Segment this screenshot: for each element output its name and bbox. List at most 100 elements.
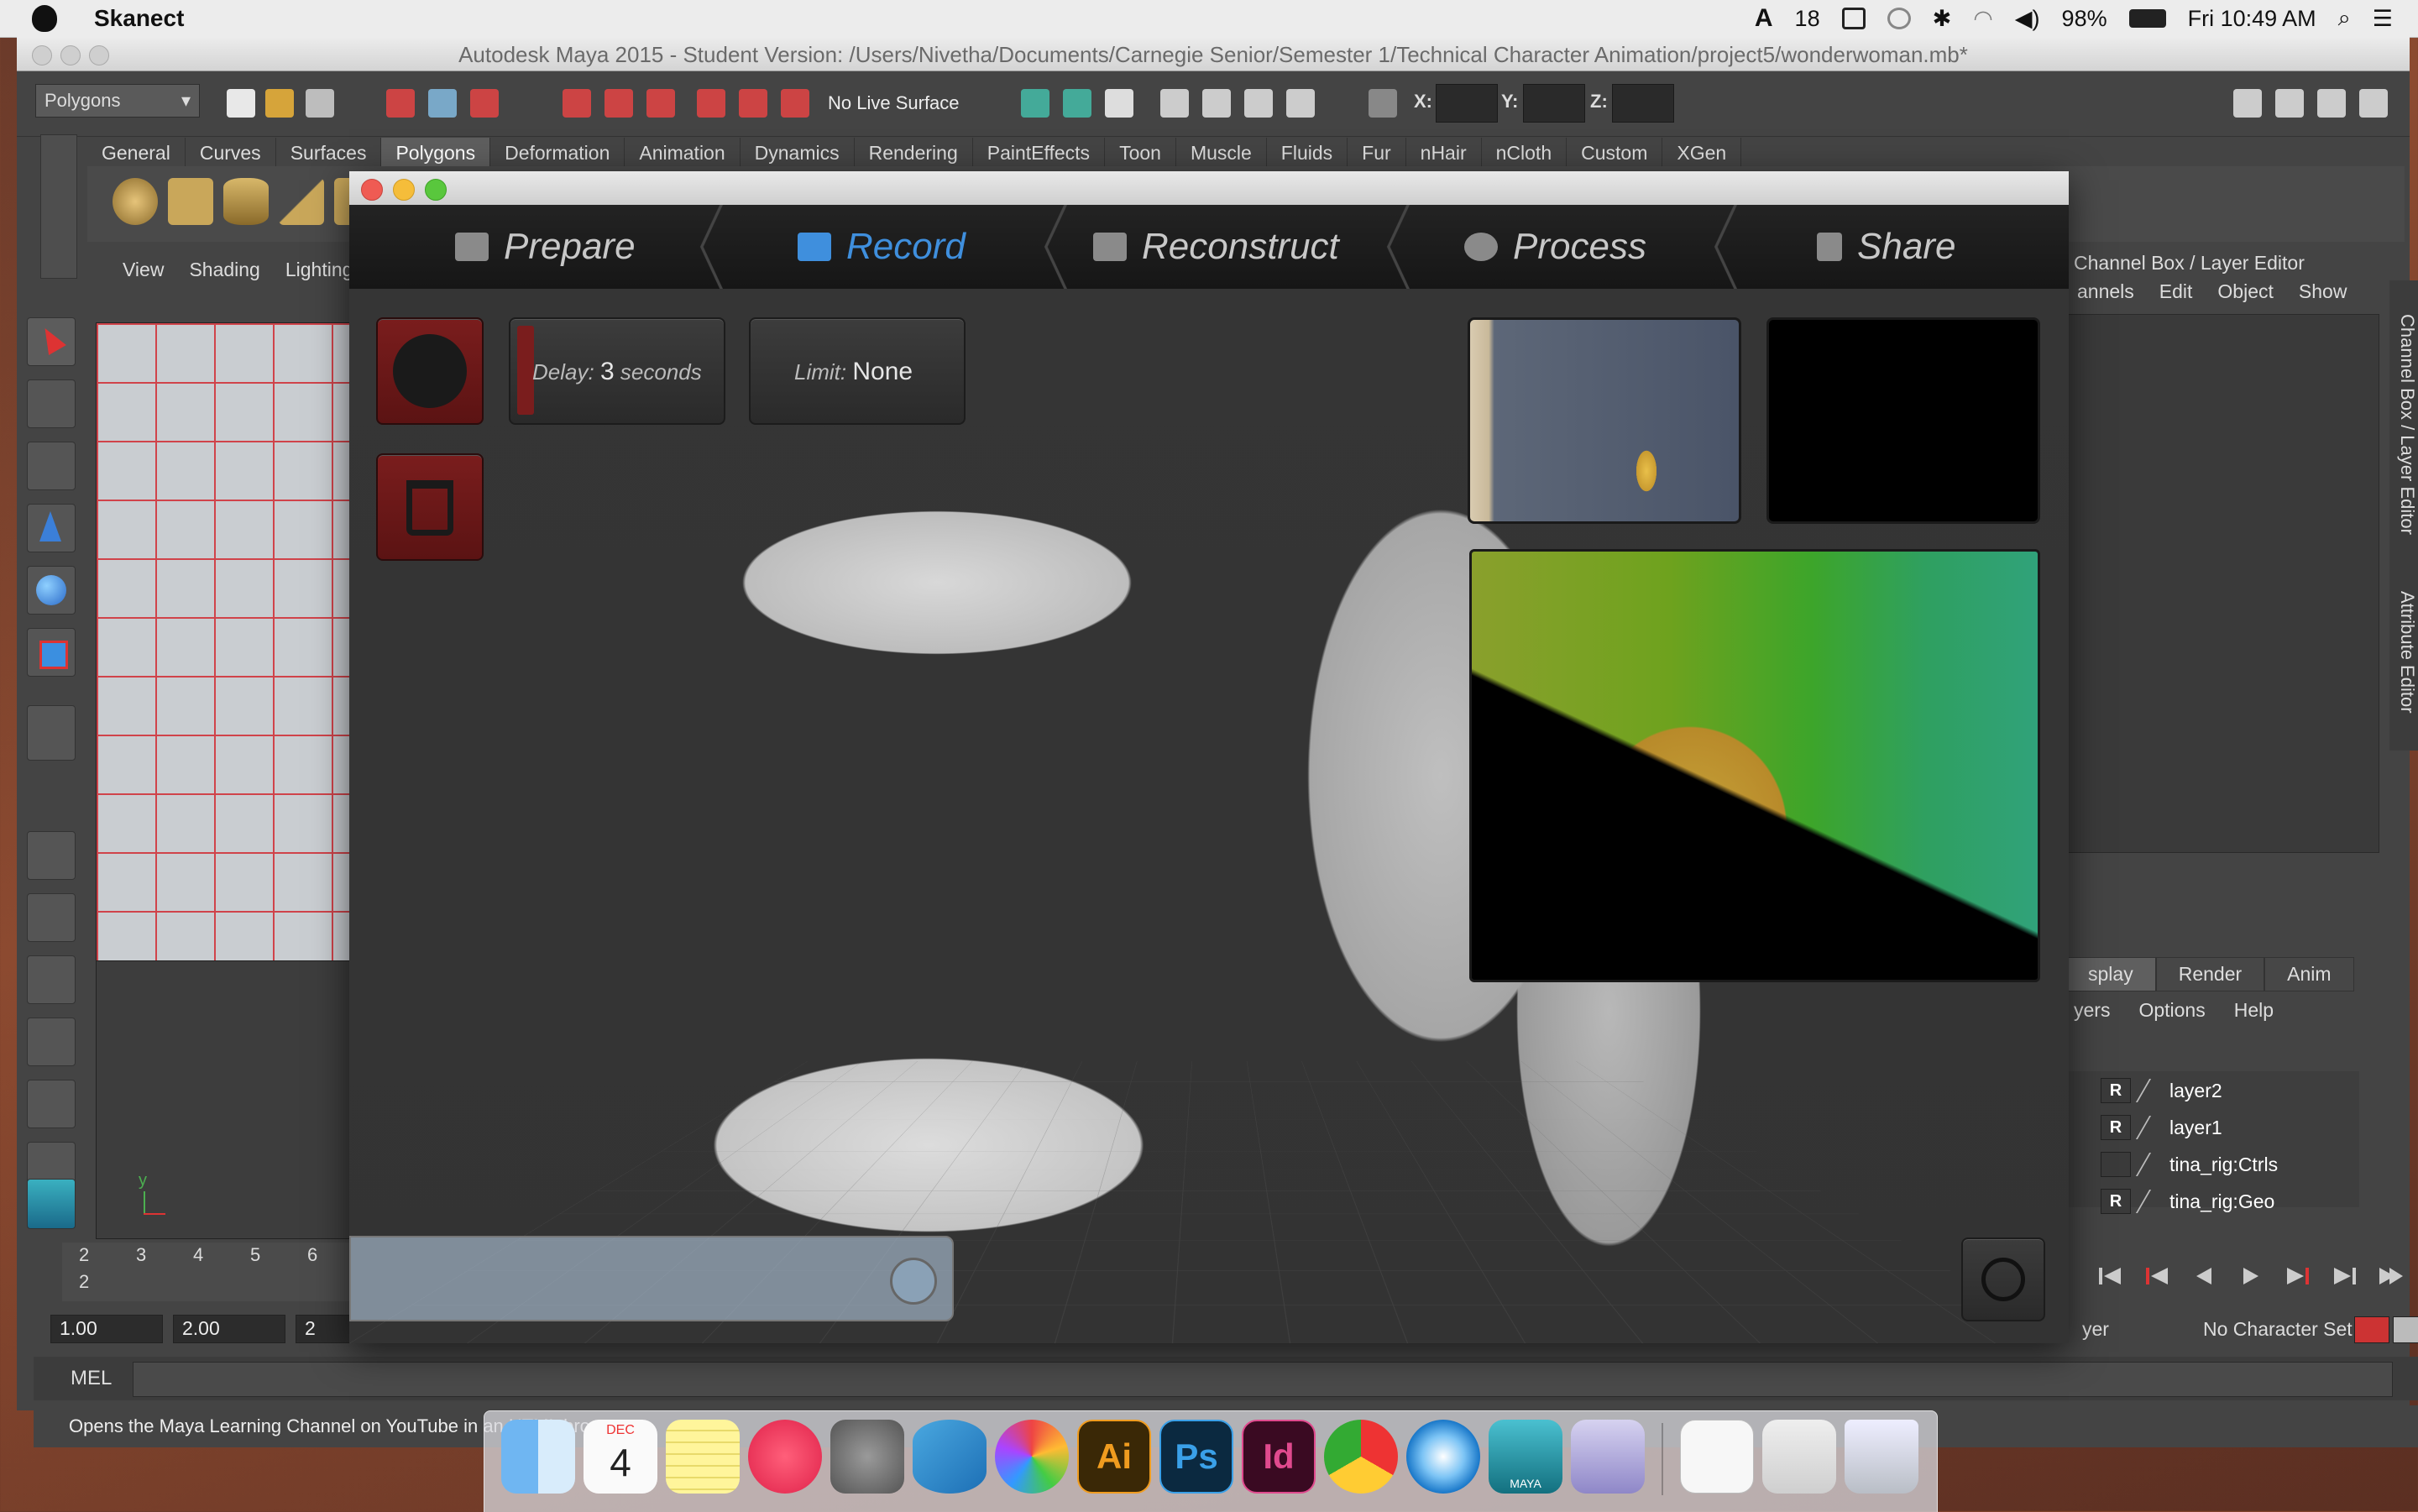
attribute-editor-toggle-icon[interactable] [2275, 89, 2304, 118]
open-scene-icon[interactable] [265, 89, 294, 118]
new-scene-icon[interactable] [227, 89, 255, 118]
shelf-tab-deformation[interactable]: Deformation [490, 138, 625, 166]
maya-learning-icon[interactable] [27, 1179, 76, 1229]
animation-prefs-icon[interactable] [2393, 1316, 2418, 1343]
layer-tab[interactable]: Render [2156, 957, 2264, 991]
viewport-menu-lighting[interactable]: Lighting [285, 259, 353, 281]
viewport-lower-area[interactable]: y [96, 960, 368, 1239]
mel-label[interactable]: MEL [71, 1367, 112, 1390]
playback-start-field[interactable]: 1.00 [50, 1315, 163, 1343]
spotlight-search-icon[interactable]: ⌕ [2338, 5, 2351, 32]
shelf-tab-fluids[interactable]: Fluids [1267, 138, 1348, 166]
channel-box-menu-item[interactable]: Show [2299, 280, 2347, 303]
step-back-key-icon[interactable] [2143, 1263, 2171, 1290]
photo-booth-icon[interactable] [995, 1420, 1069, 1494]
output-ops-icon[interactable] [1063, 89, 1091, 118]
time-slider[interactable]: 2345672 [62, 1243, 373, 1301]
safari-icon[interactable] [1406, 1420, 1480, 1494]
shelf-tab-fur[interactable]: Fur [1348, 138, 1406, 166]
mel-input[interactable] [133, 1362, 2393, 1397]
ipr-render-icon[interactable] [1244, 89, 1273, 118]
poly-cone-icon[interactable] [279, 178, 324, 225]
select-component-icon[interactable] [470, 89, 499, 118]
shelf-tab-painteffects[interactable]: PaintEffects [973, 138, 1105, 166]
tab-channel-box[interactable]: Channel Box / Layer Editor [2396, 314, 2418, 535]
poly-cylinder-icon[interactable] [223, 178, 269, 225]
system-preferences-icon[interactable] [830, 1420, 904, 1494]
auto-key-icon[interactable] [2354, 1316, 2389, 1343]
snapshot-button[interactable] [1961, 1237, 2045, 1321]
render-settings-icon[interactable] [1286, 89, 1315, 118]
tab-record[interactable]: Record [798, 205, 966, 289]
channel-box-toggle-icon[interactable] [2359, 89, 2388, 118]
paint-select-tool-icon[interactable] [27, 442, 76, 490]
snap-grid-icon[interactable] [563, 89, 591, 118]
step-forward-frame-icon[interactable] [2331, 1263, 2359, 1290]
window-switcher-icon[interactable] [1842, 8, 1866, 29]
reconstruction-3d-view[interactable]: Delay: 3 seconds Limit: None [349, 289, 2069, 1343]
close-window-button[interactable] [361, 179, 383, 201]
range-start-field[interactable]: 2.00 [173, 1315, 285, 1343]
viewport-panel[interactable] [96, 322, 368, 962]
time-machine-icon[interactable] [1887, 8, 1911, 29]
limit-button[interactable]: Limit: None [749, 317, 966, 425]
shelf-tab-nhair[interactable]: nHair [1406, 138, 1482, 166]
layer-tab[interactable]: Anim [2264, 957, 2353, 991]
layer-render-toggle[interactable]: R [2101, 1189, 2131, 1214]
tab-process[interactable]: Process [1464, 205, 1646, 289]
shelf-tab-rendering[interactable]: Rendering [855, 138, 973, 166]
channel-box-panel[interactable] [2067, 314, 2379, 853]
step-forward-key-icon[interactable] [2284, 1263, 2312, 1290]
layer-menu-item[interactable]: Help [2234, 999, 2274, 1022]
viewport-menu-shading[interactable]: Shading [189, 259, 259, 281]
delay-button[interactable]: Delay: 3 seconds [509, 317, 725, 425]
documents-stack-icon[interactable] [1680, 1420, 1754, 1494]
single-perspective-layout-icon[interactable] [27, 831, 76, 880]
layer-render-toggle[interactable]: R [2101, 1115, 2131, 1140]
chrome-icon[interactable] [1324, 1420, 1398, 1494]
character-set-label[interactable]: No Character Set [2203, 1318, 2353, 1341]
make-live-icon[interactable] [739, 89, 767, 118]
finder-icon[interactable] [501, 1420, 575, 1494]
tab-share[interactable]: Share [1817, 205, 1955, 289]
layer-menu-item[interactable]: yers [2074, 999, 2110, 1022]
apple-icon[interactable] [32, 5, 57, 32]
go-to-end-icon[interactable] [2378, 1263, 2406, 1290]
skanect-icon[interactable] [1571, 1420, 1645, 1494]
itunes-icon[interactable] [748, 1420, 822, 1494]
layer-render-toggle[interactable]: R [2101, 1078, 2131, 1103]
notification-center-icon[interactable]: ☰ [2373, 6, 2393, 32]
layer-row[interactable]: Rlayer2 [2065, 1075, 2351, 1107]
step-back-frame-icon[interactable] [2190, 1263, 2218, 1290]
mode-menu-dropdown[interactable]: Polygons ▾ [35, 84, 200, 118]
shelf-tab-curves[interactable]: Curves [186, 138, 276, 166]
tab-reconstruct[interactable]: Reconstruct [1093, 205, 1339, 289]
font-icon[interactable]: A [1755, 4, 1773, 33]
tool-settings-toggle-icon[interactable] [2317, 89, 2346, 118]
save-scene-icon[interactable] [306, 89, 334, 118]
tab-attribute-editor[interactable]: Attribute Editor [2396, 591, 2418, 714]
scale-tool-icon[interactable] [27, 628, 76, 677]
select-tool-icon[interactable] [27, 317, 76, 366]
battery-icon[interactable] [2129, 9, 2166, 28]
snap-point-icon[interactable] [646, 89, 675, 118]
modeling-toolkit-icon[interactable] [2233, 89, 2262, 118]
dolphin-icon[interactable] [913, 1420, 987, 1494]
rotate-tool-icon[interactable] [27, 566, 76, 615]
channel-box-menu-item[interactable]: Edit [2159, 280, 2193, 303]
layer-tab[interactable]: splay [2065, 957, 2156, 991]
preview-stack-icon[interactable] [1762, 1420, 1836, 1494]
shelf-tab-ncloth[interactable]: nCloth [1482, 138, 1567, 166]
select-object-icon[interactable] [428, 89, 457, 118]
volume-icon[interactable]: ◀︎) [2015, 6, 2040, 32]
lasso-tool-icon[interactable] [27, 379, 76, 428]
record-button[interactable] [376, 317, 484, 425]
x-input[interactable] [1436, 84, 1498, 123]
viewport-menu-view[interactable]: View [123, 259, 164, 281]
trash-icon[interactable] [1845, 1420, 1918, 1494]
construction-history-icon[interactable] [1105, 89, 1133, 118]
shelf-tab-animation[interactable]: Animation [625, 138, 740, 166]
layer-render-toggle[interactable] [2101, 1152, 2131, 1177]
clock[interactable]: Fri 10:49 AM [2188, 6, 2316, 32]
shelf-tab-polygons[interactable]: Polygons [381, 138, 490, 166]
